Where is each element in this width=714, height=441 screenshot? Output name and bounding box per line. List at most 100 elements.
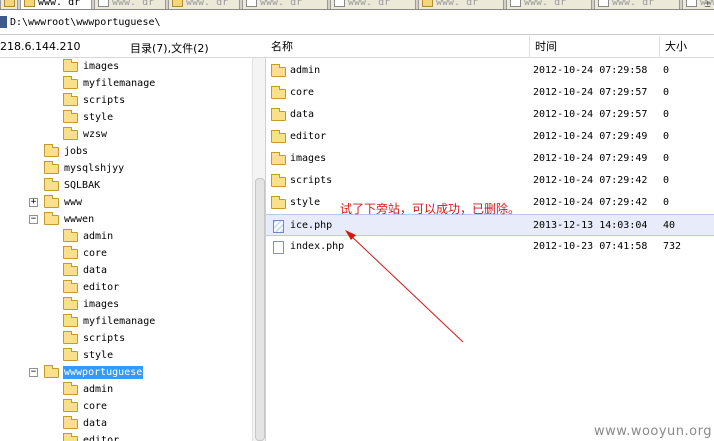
collapse-toggle-icon[interactable]: −: [29, 368, 38, 377]
tab-7[interactable]: www. dr: [506, 0, 592, 9]
tab-overflow-button[interactable]: ±: [704, 0, 711, 9]
tree-node-label: style: [83, 350, 114, 361]
file-name: ice.php: [290, 220, 333, 231]
tab-6[interactable]: www. dr: [418, 0, 504, 9]
tree-node-core[interactable]: core: [63, 246, 263, 261]
file-time: 2012-10-24 07:29:42: [533, 175, 648, 186]
tab-label: www. dr: [186, 0, 229, 8]
file-size: 0: [663, 153, 670, 164]
folder-icon: [271, 108, 286, 122]
tree-node-wwwportuguese[interactable]: wwwportuguese: [44, 365, 244, 380]
tree-node-wzsw[interactable]: wzsw: [63, 127, 263, 142]
address-path[interactable]: D:\wwwroot\wwwportuguese\: [10, 17, 161, 28]
tree-node-www[interactable]: www: [44, 195, 244, 210]
tree-node-label: editor: [83, 282, 120, 293]
file-name: core: [290, 87, 315, 98]
tree-node-label: images: [83, 61, 120, 72]
tree-node-scripts[interactable]: scripts: [63, 93, 263, 108]
column-header-name[interactable]: 名称: [266, 36, 530, 58]
folder-icon: [271, 86, 286, 100]
folder-icon: [63, 229, 78, 242]
address-bar[interactable]: D:\wwwroot\wwwportuguese\: [0, 11, 714, 35]
folder-icon: [271, 174, 286, 188]
tree-node-jobs[interactable]: jobs: [44, 144, 244, 159]
tree-node-core[interactable]: core: [63, 399, 263, 414]
file-size: 0: [663, 87, 670, 98]
tree-node-label: wwwportuguese: [63, 366, 144, 379]
tree-node-label: admin: [83, 384, 114, 395]
watermark: www.wooyun.org: [593, 424, 712, 439]
tab-8[interactable]: www. dr: [594, 0, 680, 9]
tree-node-style[interactable]: style: [63, 348, 263, 363]
tree-node-myfilemanage[interactable]: myfilemanage: [63, 314, 263, 329]
file-time: 2012-10-24 07:29:57: [533, 109, 648, 120]
folder-icon: [63, 59, 78, 72]
tab-label: www. dr: [524, 0, 567, 8]
tab-5[interactable]: www. dr: [330, 0, 416, 9]
file-size: 0: [663, 175, 670, 186]
file-row[interactable]: data 2012-10-24 07:29:57 0: [266, 104, 714, 126]
folder-icon: [63, 127, 78, 140]
tab-label: www. dr: [112, 0, 155, 8]
tree-node-admin[interactable]: admin: [63, 382, 263, 397]
tab-2[interactable]: www. dr: [94, 0, 166, 9]
tree-node-sqlbak[interactable]: SQLBAK: [44, 178, 244, 193]
folder-icon: [63, 76, 78, 89]
tree-node-style[interactable]: style: [63, 110, 263, 125]
tree-node-editor[interactable]: editor: [63, 280, 263, 295]
tree-node-admin[interactable]: admin: [63, 229, 263, 244]
tree-node-images[interactable]: images: [63, 297, 263, 312]
tree-node-data[interactable]: data: [63, 263, 263, 278]
tree-node-label: images: [83, 299, 120, 310]
column-header-size[interactable]: 大小: [660, 36, 714, 58]
file-size: 732: [663, 241, 682, 252]
folder-icon: [4, 0, 15, 7]
tree-node-data[interactable]: data: [63, 416, 263, 431]
tab-label: www. dr: [260, 0, 303, 8]
expand-toggle-icon[interactable]: +: [29, 198, 38, 207]
folder-icon: [44, 195, 59, 208]
tree-node-images[interactable]: images: [63, 59, 263, 74]
tree-node-scripts[interactable]: scripts: [63, 331, 263, 346]
tree-node-label: scripts: [83, 95, 126, 106]
directory-summary: 目录(7),文件(2): [130, 42, 209, 55]
tab-label: www. dr: [436, 0, 479, 8]
file-row[interactable]: images 2012-10-24 07:29:49 0: [266, 148, 714, 170]
file-row[interactable]: scripts 2012-10-24 07:29:42 0: [266, 170, 714, 192]
file-row[interactable]: core 2012-10-24 07:29:57 0: [266, 82, 714, 104]
folder-icon: [271, 152, 286, 166]
host-address: 218.6.144.210: [0, 40, 81, 53]
file-size: 40: [663, 220, 676, 231]
file-name: style: [290, 197, 321, 208]
folder-icon: [63, 280, 78, 293]
folder-icon: [271, 64, 286, 78]
tab-0[interactable]: [0, 0, 18, 9]
tree-node-myfilemanage[interactable]: myfilemanage: [63, 76, 263, 91]
tab-1[interactable]: www. dr: [20, 0, 92, 9]
folder-icon: [63, 331, 78, 344]
file-time: 2012-10-24 07:29:49: [533, 131, 648, 142]
collapse-toggle-icon[interactable]: −: [29, 215, 38, 224]
tab-4[interactable]: www. dr: [242, 0, 328, 9]
folder-icon: [63, 263, 78, 276]
tree-node-label: editor: [83, 435, 120, 441]
file-row[interactable]: index.php 2012-10-23 07:41:58 732: [266, 236, 714, 258]
file-row[interactable]: editor 2012-10-24 07:29:49 0: [266, 126, 714, 148]
tree-node-wwwen[interactable]: wwwen: [44, 212, 244, 227]
column-header-time[interactable]: 时间: [530, 36, 660, 58]
tab-label: www. dr: [612, 0, 655, 8]
folder-icon: [172, 0, 183, 7]
document-icon: [686, 0, 697, 7]
tab-3[interactable]: www. dr: [168, 0, 240, 9]
folder-icon: [44, 365, 59, 378]
file-name: admin: [290, 65, 321, 76]
tab-label: www. dr: [348, 0, 391, 8]
folder-icon: [63, 416, 78, 429]
file-row[interactable]: ice.php 2013-12-13 14:03:04 40: [266, 214, 714, 236]
tree-node-mysqlshjyy[interactable]: mysqlshjyy: [44, 161, 244, 176]
folder-icon: [63, 314, 78, 327]
tree-node-editor[interactable]: editor: [63, 433, 263, 441]
file-list: admin 2012-10-24 07:29:58 0 core 2012-10-24 …: [266, 58, 714, 441]
file-row[interactable]: admin 2012-10-24 07:29:58 0: [266, 60, 714, 82]
file-name: scripts: [290, 175, 333, 186]
